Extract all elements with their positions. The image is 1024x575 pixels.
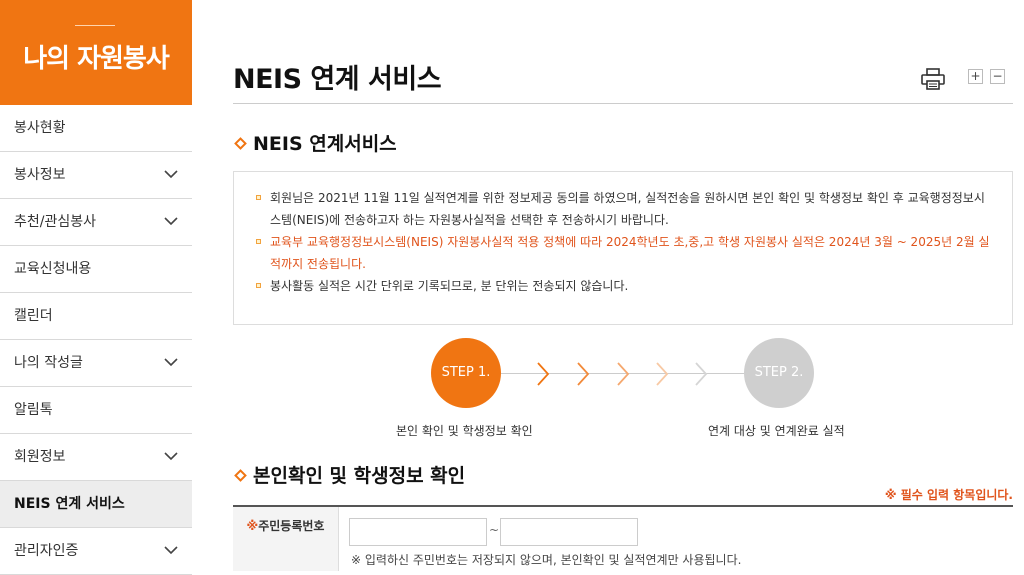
chevron-right-icon xyxy=(617,362,630,386)
sidebar-item-my-posts[interactable]: 나의 작성글 xyxy=(0,340,192,387)
sidebar-item-label: 회원정보 xyxy=(14,449,66,465)
sidebar-item-member-info[interactable]: 회원정보 xyxy=(0,434,192,481)
chevron-down-icon xyxy=(164,452,178,461)
page-title: NEIS 연계 서비스 xyxy=(233,64,442,95)
chevron-right-icon xyxy=(537,362,550,386)
sidebar-item-label: 캘린더 xyxy=(14,308,53,324)
sidebar: 나의 자원봉사 봉사현황 봉사정보 추천/관심봉사 교육신청내용 캘린더 나의 … xyxy=(0,0,192,575)
chevron-right-icon xyxy=(656,362,669,386)
ssn-separator: ~ xyxy=(489,523,500,537)
sidebar-item-service-status[interactable]: 봉사현황 xyxy=(0,105,192,152)
sidebar-item-label: 알림톡 xyxy=(14,402,53,418)
square-bullet-icon xyxy=(256,239,261,244)
sidebar-item-label: 관리자인증 xyxy=(14,543,79,559)
form-top-border xyxy=(233,505,1013,507)
sidebar-menu: 봉사현황 봉사정보 추천/관심봉사 교육신청내용 캘린더 나의 작성글 알림톡 … xyxy=(0,105,192,575)
ssn-label-text: 주민등록번호 xyxy=(258,519,325,533)
sidebar-item-label: 봉사정보 xyxy=(14,167,66,183)
sidebar-item-alimtalk[interactable]: 알림톡 xyxy=(0,387,192,434)
sidebar-item-label: 봉사현황 xyxy=(14,120,66,136)
sidebar-title: 나의 자원봉사 xyxy=(23,44,170,74)
notice-text: 교육부 교육행정정보시스템(NEIS) 자원봉사실적 적용 정책에 따라 202… xyxy=(270,235,990,271)
chevron-right-icon xyxy=(577,362,590,386)
sidebar-item-neis[interactable]: NEIS 연계 서비스 xyxy=(0,481,192,528)
square-bullet-icon xyxy=(256,283,261,288)
required-mark: ※ xyxy=(246,519,259,533)
chevron-down-icon xyxy=(164,546,178,555)
sidebar-item-recommended[interactable]: 추천/관심봉사 xyxy=(0,199,192,246)
notice-item: 회원님은 2021년 11월 11일 실적연계를 위한 정보제공 동의를 하였으… xyxy=(252,187,994,231)
section-title-text: 본인확인 및 학생정보 확인 xyxy=(253,465,466,487)
sidebar-item-label: 추천/관심봉사 xyxy=(14,214,96,230)
diamond-bullet-icon xyxy=(234,468,247,482)
printer-icon[interactable] xyxy=(921,68,945,90)
chevron-down-icon xyxy=(164,217,178,226)
section-title-neis: NEIS 연계서비스 xyxy=(233,129,397,156)
step1-label: 본인 확인 및 학생정보 확인 xyxy=(396,424,533,438)
notice-item-highlight: 교육부 교육행정정보시스템(NEIS) 자원봉사실적 적용 정책에 따라 202… xyxy=(252,231,994,275)
section-title-identity: 본인확인 및 학생정보 확인 xyxy=(233,461,465,488)
sidebar-item-education[interactable]: 교육신청내용 xyxy=(0,246,192,293)
sidebar-item-label: NEIS 연계 서비스 xyxy=(14,496,125,512)
section-title-text: NEIS 연계서비스 xyxy=(253,133,397,155)
ssn-back-input[interactable] xyxy=(500,518,638,546)
title-divider xyxy=(233,103,1013,104)
notice-item: 봉사활동 실적은 시간 단위로 기록되므로, 분 단위는 전송되지 않습니다. xyxy=(252,275,994,297)
sidebar-item-service-info[interactable]: 봉사정보 xyxy=(0,152,192,199)
sidebar-item-admin-auth[interactable]: 관리자인증 xyxy=(0,528,192,575)
ssn-front-input[interactable] xyxy=(349,518,487,546)
header-divider xyxy=(75,25,115,26)
chevron-right-icon xyxy=(695,362,708,386)
chevron-down-icon xyxy=(164,358,178,367)
square-bullet-icon xyxy=(256,195,261,200)
notice-text: 봉사활동 실적은 시간 단위로 기록되므로, 분 단위는 전송되지 않습니다. xyxy=(270,279,629,293)
sidebar-item-calendar[interactable]: 캘린더 xyxy=(0,293,192,340)
ssn-label: ※주민등록번호 xyxy=(233,507,339,571)
sidebar-item-label: 나의 작성글 xyxy=(14,355,83,371)
notice-text: 회원님은 2021년 11월 11일 실적연계를 위한 정보제공 동의를 하였으… xyxy=(270,191,985,227)
chevron-down-icon xyxy=(164,170,178,179)
main-content: NEIS 연계 서비스 + − NEIS 연계서비스 회원님은 2021년 11… xyxy=(233,0,1013,571)
step-indicator: STEP 1. STEP 2. 본인 확인 및 학생정보 확인 연계 대상 및 … xyxy=(233,338,1013,438)
diamond-bullet-icon xyxy=(234,136,247,150)
step2-circle: STEP 2. xyxy=(744,338,814,408)
step1-circle: STEP 1. xyxy=(431,338,501,408)
sidebar-item-label: 교육신청내용 xyxy=(14,261,92,277)
zoom-out-button[interactable]: − xyxy=(990,69,1005,84)
sidebar-header: 나의 자원봉사 xyxy=(0,0,192,105)
notice-box: 회원님은 2021년 11월 11일 실적연계를 위한 정보제공 동의를 하였으… xyxy=(233,171,1013,325)
required-note: ※ 필수 입력 항목입니다. xyxy=(884,488,1013,502)
step2-label: 연계 대상 및 연계완료 실적 xyxy=(708,424,845,438)
ssn-note: ※ 입력하신 주민번호는 저장되지 않으며, 본인확인 및 실적연계만 사용됩니… xyxy=(351,553,742,567)
zoom-in-button[interactable]: + xyxy=(968,69,983,84)
